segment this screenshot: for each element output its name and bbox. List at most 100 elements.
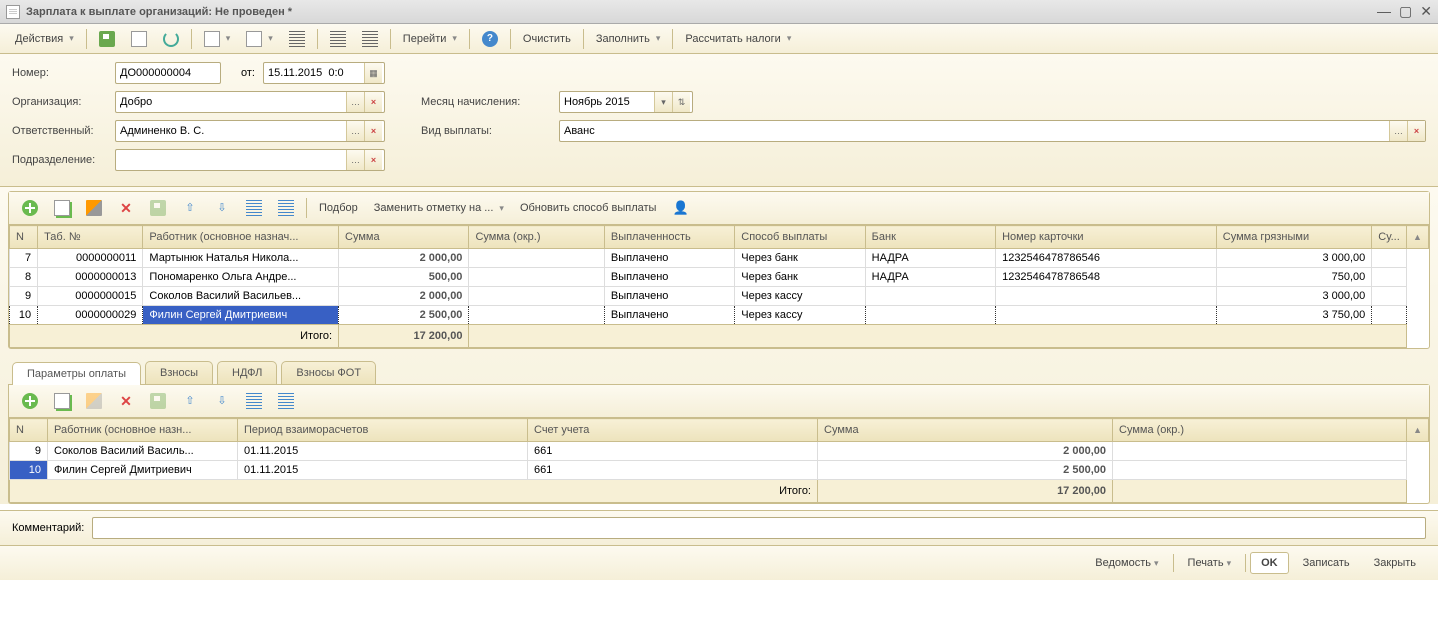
col-sumokr[interactable]: Сумма (окр.): [469, 226, 604, 249]
table-row[interactable]: 80000000013Пономаренко Ольга Андре...500…: [10, 268, 1429, 287]
month-input[interactable]: [560, 92, 654, 112]
table-row[interactable]: 90000000015Соколов Василий Васильев...2 …: [10, 287, 1429, 306]
copy-button[interactable]: [47, 196, 77, 220]
add-button[interactable]: [15, 196, 45, 220]
delete-button[interactable]: ✕: [111, 196, 141, 220]
payment-params-table[interactable]: N Работник (основное назн... Период взаи…: [9, 418, 1429, 503]
scrollbar[interactable]: ▲: [1407, 419, 1429, 442]
table-row[interactable]: 9Соколов Василий Василь...01.11.20156612…: [10, 442, 1429, 461]
struct-button[interactable]: [282, 27, 312, 51]
edit-button[interactable]: [79, 196, 109, 220]
list-button[interactable]: [323, 27, 353, 51]
move-down-button[interactable]: ⇩: [207, 389, 237, 413]
ok-button[interactable]: OK: [1250, 552, 1289, 574]
move-down-button[interactable]: ⇩: [207, 196, 237, 220]
actions-menu[interactable]: Действия: [8, 29, 81, 49]
save-button[interactable]: [92, 27, 122, 51]
tab-contributions[interactable]: Взносы: [145, 361, 213, 384]
sort-asc-button[interactable]: [239, 389, 269, 413]
person-button[interactable]: 👤: [665, 196, 695, 220]
table-row[interactable]: 70000000011Мартынюк Наталья Никола...2 0…: [10, 249, 1429, 268]
paytype-label: Вид выплаты:: [421, 125, 551, 137]
employees-table[interactable]: N Таб. № Работник (основное назнач... Су…: [9, 225, 1429, 348]
podbor-button[interactable]: Подбор: [312, 198, 365, 218]
month-down-icon[interactable]: ▾: [654, 92, 672, 112]
basis-icon: [204, 31, 220, 47]
resp-input[interactable]: [116, 121, 346, 141]
tree-button[interactable]: [355, 27, 385, 51]
col-sum[interactable]: Сумма: [818, 419, 1113, 442]
col-n[interactable]: N: [10, 226, 38, 249]
close-button[interactable]: ✕: [1420, 3, 1432, 20]
col-method[interactable]: Способ выплаты: [735, 226, 865, 249]
col-acct[interactable]: Счет учета: [528, 419, 818, 442]
add-icon: [22, 200, 38, 216]
tab-payment-params[interactable]: Параметры оплаты: [12, 362, 141, 385]
minimize-button[interactable]: —: [1377, 3, 1391, 20]
calendar-icon[interactable]: ▦: [364, 63, 382, 83]
table-row[interactable]: 10Филин Сергей Дмитриевич01.11.20156612 …: [10, 461, 1429, 480]
add-button[interactable]: [15, 389, 45, 413]
table-row[interactable]: 100000000029Филин Сергей Дмитриевич2 500…: [10, 306, 1429, 325]
delete-button[interactable]: ✕: [111, 389, 141, 413]
clear-icon[interactable]: ×: [1407, 121, 1425, 141]
clear-icon[interactable]: ×: [364, 121, 382, 141]
col-bank[interactable]: Банк: [865, 226, 995, 249]
select-icon[interactable]: …: [346, 150, 364, 170]
add-icon: [22, 393, 38, 409]
clear-icon[interactable]: ×: [364, 92, 382, 112]
post-button[interactable]: [124, 27, 154, 51]
col-sum[interactable]: Сумма: [339, 226, 469, 249]
basis-button[interactable]: [197, 27, 238, 51]
move-up-button[interactable]: ⇧: [175, 389, 205, 413]
select-icon[interactable]: …: [1389, 121, 1407, 141]
edit-button[interactable]: [79, 389, 109, 413]
col-card[interactable]: Номер карточки: [996, 226, 1217, 249]
main-toolbar: Действия Перейти ? Очистить Заполнить Ра…: [0, 24, 1438, 54]
sort-asc-button[interactable]: [239, 196, 269, 220]
calc-menu[interactable]: Рассчитать налоги: [678, 29, 798, 49]
fill-menu[interactable]: Заполнить: [589, 29, 668, 49]
save-line-icon: [150, 393, 166, 409]
maximize-button[interactable]: ▢: [1399, 3, 1412, 20]
sort-desc-button[interactable]: [271, 196, 301, 220]
person-icon: 👤: [672, 200, 688, 216]
unpost-button[interactable]: [156, 27, 186, 51]
tab-ndfl[interactable]: НДФЛ: [217, 361, 277, 384]
col-last[interactable]: Су...: [1372, 226, 1407, 249]
fill-icon-button[interactable]: [239, 27, 280, 51]
paytype-input[interactable]: [560, 121, 1389, 141]
close-window-button[interactable]: Закрыть: [1364, 553, 1426, 573]
save-line-button[interactable]: [143, 196, 173, 220]
select-icon[interactable]: …: [346, 92, 364, 112]
date-input[interactable]: [264, 63, 364, 83]
col-emp[interactable]: Работник (основное назн...: [48, 419, 238, 442]
clear-icon[interactable]: ×: [364, 150, 382, 170]
select-icon[interactable]: …: [346, 121, 364, 141]
save-line-button[interactable]: [143, 389, 173, 413]
print-button[interactable]: Печать: [1178, 553, 1242, 573]
help-button[interactable]: ?: [475, 27, 505, 51]
comment-input[interactable]: [92, 517, 1426, 539]
dept-input[interactable]: [116, 150, 346, 170]
tab-fot[interactable]: Взносы ФОТ: [281, 361, 376, 384]
col-paid[interactable]: Выплаченность: [604, 226, 734, 249]
month-updown-icon[interactable]: ⇅: [672, 92, 690, 112]
vedomost-button[interactable]: Ведомость: [1085, 553, 1168, 573]
col-emp[interactable]: Работник (основное назнач...: [143, 226, 339, 249]
col-period[interactable]: Период взаиморасчетов: [238, 419, 528, 442]
move-up-button[interactable]: ⇧: [175, 196, 205, 220]
clear-button[interactable]: Очистить: [516, 29, 578, 49]
col-n[interactable]: N: [10, 419, 48, 442]
col-dirty[interactable]: Сумма грязными: [1216, 226, 1371, 249]
col-tab[interactable]: Таб. №: [38, 226, 143, 249]
copy-button[interactable]: [47, 389, 77, 413]
scrollbar[interactable]: ▲: [1406, 226, 1428, 249]
sort-desc-button[interactable]: [271, 389, 301, 413]
goto-menu[interactable]: Перейти: [396, 29, 464, 49]
org-input[interactable]: [116, 92, 346, 112]
replace-mark-button[interactable]: Заменить отметку на ...: [367, 198, 511, 218]
update-method-button[interactable]: Обновить способ выплаты: [513, 198, 663, 218]
col-sumokr[interactable]: Сумма (окр.): [1113, 419, 1407, 442]
save-record-button[interactable]: Записать: [1293, 553, 1360, 573]
